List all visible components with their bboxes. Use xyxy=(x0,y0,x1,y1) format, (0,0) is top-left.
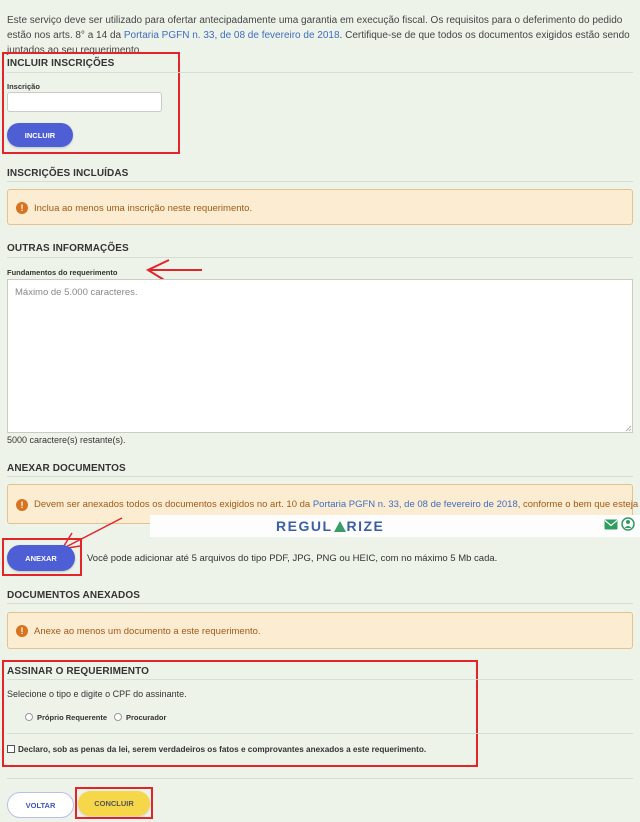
divider xyxy=(7,778,633,779)
radio-label-procurador: Procurador xyxy=(126,713,167,722)
radio-label-proprio: Próprio Requerente xyxy=(37,713,108,722)
logo-text-right: RIZE xyxy=(346,518,385,534)
logo-triangle-icon xyxy=(333,521,346,532)
resize-handle-icon[interactable] xyxy=(625,425,632,432)
section-title-assinar: ASSINAR O REQUERIMENTO xyxy=(7,666,150,677)
assinante-instruction: Selecione o tipo e digite o CPF do assin… xyxy=(7,689,187,699)
radio-procurador[interactable] xyxy=(114,713,122,721)
voltar-button[interactable]: VOLTAR xyxy=(7,792,74,818)
fundamentos-placeholder: Máximo de 5.000 caracteres. xyxy=(15,287,138,298)
divider xyxy=(7,72,633,73)
alert-anexados: ! Anexe ao menos um documento a este req… xyxy=(7,612,633,649)
warning-icon: ! xyxy=(16,499,28,511)
regularize-logo: REGUL RIZE xyxy=(276,518,384,534)
concluir-button[interactable]: CONCLUIR xyxy=(78,791,150,816)
character-counter: 5000 caractere(s) restante(s). xyxy=(7,435,126,445)
logo-text-left: REGUL xyxy=(276,518,333,534)
radio-proprio-requerente[interactable] xyxy=(25,713,33,721)
divider xyxy=(7,603,633,604)
alert-anexar-text-end: , conforme o bem que esteja xyxy=(517,499,639,510)
portaria-link[interactable]: Portaria PGFN n. 33, de 08 de fevereiro … xyxy=(124,30,340,41)
alert-anexar-text-start: Devem ser anexados todos os documentos e… xyxy=(34,499,313,510)
divider xyxy=(7,733,633,734)
section-title-incluir: INCLUIR INSCRIÇÕES xyxy=(7,58,115,69)
mail-icon[interactable] xyxy=(604,519,618,530)
portaria-link-anexar[interactable]: Portaria PGFN n. 33, de 08 de fevereiro … xyxy=(313,499,518,510)
regularize-banner xyxy=(150,515,640,537)
warning-icon: ! xyxy=(16,202,28,214)
section-title-outras: OUTRAS INFORMAÇÕES xyxy=(7,243,129,254)
section-title-anexados: DOCUMENTOS ANEXADOS xyxy=(7,590,141,601)
alert-anexados-text: Anexe ao menos um documento a este reque… xyxy=(34,626,261,637)
incluir-button[interactable]: INCLUIR xyxy=(7,123,73,147)
divider xyxy=(7,679,633,680)
warning-icon: ! xyxy=(16,625,28,637)
alert-anexar-text: Devem ser anexados todos os documentos e… xyxy=(34,499,638,510)
section-title-anexar: ANEXAR DOCUMENTOS xyxy=(7,463,126,474)
fundamentos-textarea[interactable]: Máximo de 5.000 caracteres. xyxy=(7,279,633,433)
alert-inscricao: ! Inclua ao menos uma inscrição neste re… xyxy=(7,189,633,225)
anexar-hint: Você pode adicionar até 5 arquivos do ti… xyxy=(87,553,498,564)
section-title-incluidas: INSCRIÇÕES INCLUÍDAS xyxy=(7,168,129,179)
whatsapp-icon[interactable] xyxy=(621,517,635,531)
declaracao-label: Declaro, sob as penas da lei, serem verd… xyxy=(18,745,427,754)
anexar-button[interactable]: ANEXAR xyxy=(7,545,75,571)
divider xyxy=(7,476,633,477)
divider xyxy=(7,257,633,258)
inscricao-label: Inscrição xyxy=(7,82,40,91)
fundamentos-label: Fundamentos do requerimento xyxy=(7,268,118,277)
inscricao-input[interactable] xyxy=(7,92,162,112)
declaracao-checkbox[interactable] xyxy=(7,745,15,753)
divider xyxy=(7,181,633,182)
alert-inscricao-text: Inclua ao menos uma inscrição neste requ… xyxy=(34,203,253,214)
